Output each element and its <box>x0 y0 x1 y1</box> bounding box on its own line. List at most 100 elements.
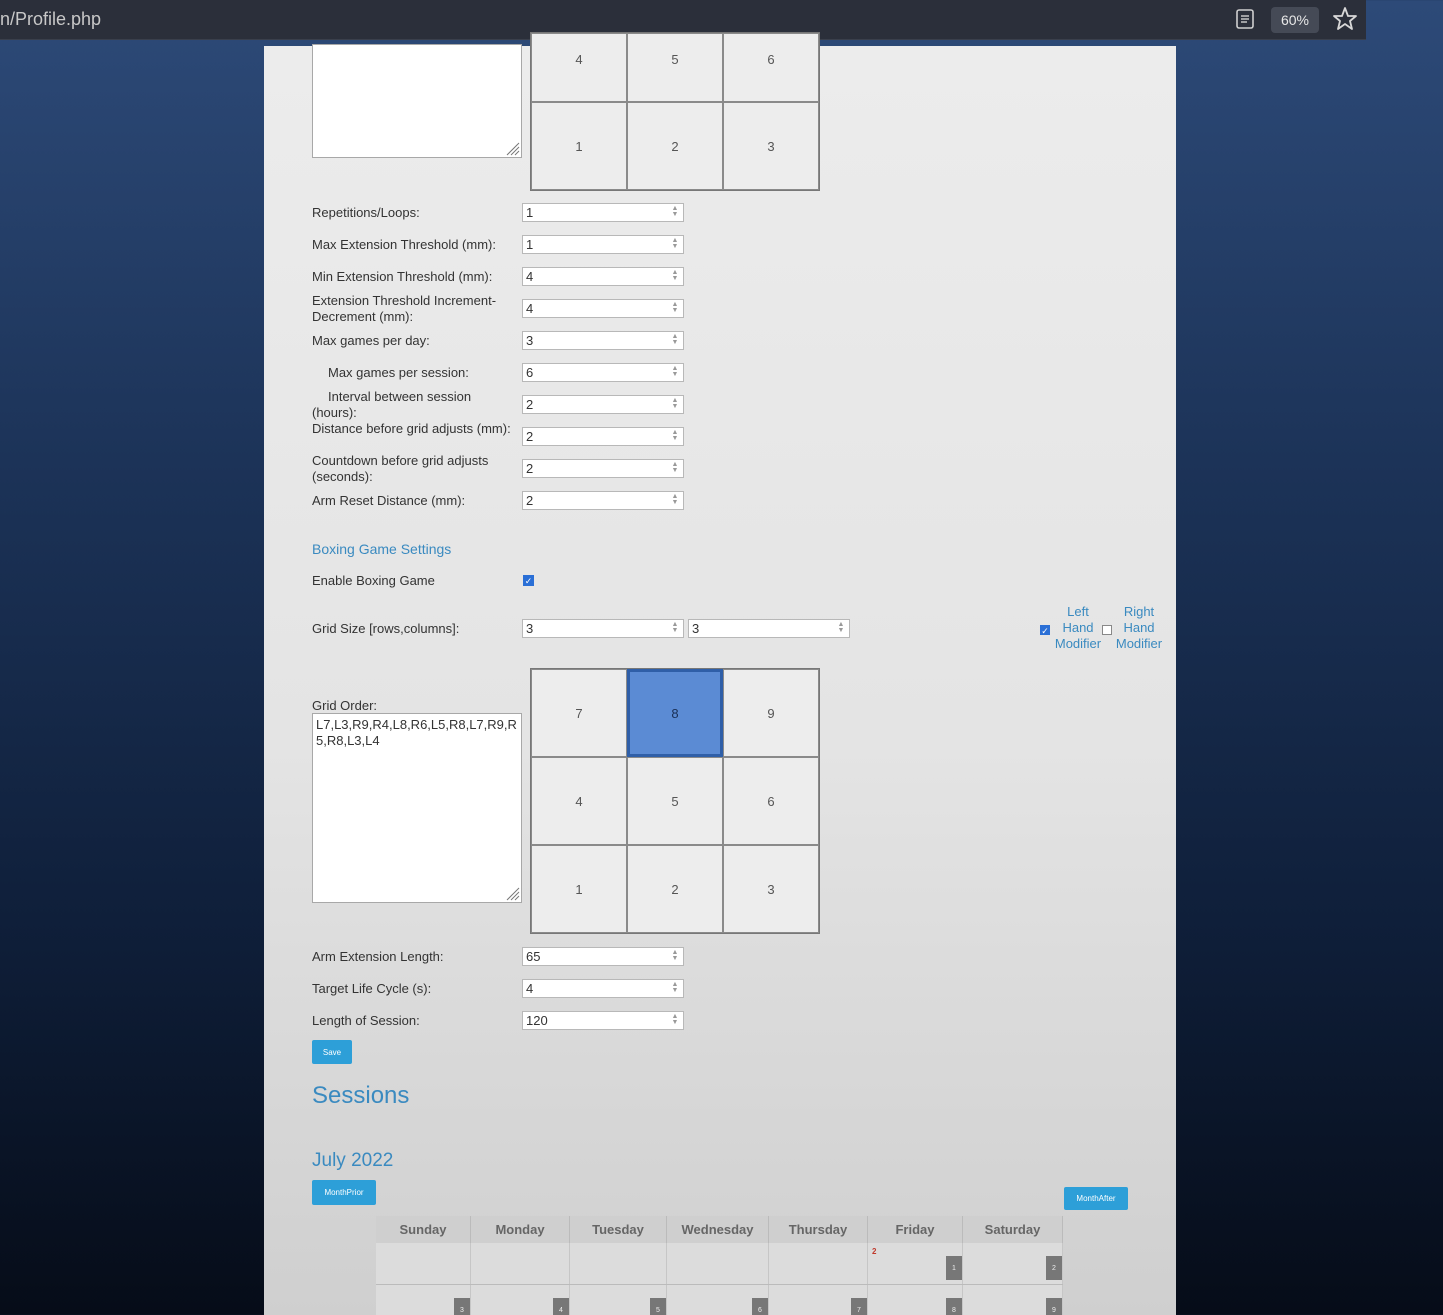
top-grid-cell[interactable]: 2 <box>627 102 723 190</box>
top-grid-cell[interactable]: 5 <box>627 33 723 102</box>
resize-handle-icon[interactable] <box>502 883 520 901</box>
spinner-icon[interactable]: ▲ ▼ <box>669 269 681 283</box>
calendar-day-6[interactable]: 6 <box>667 1285 769 1315</box>
day-header: Thursday <box>769 1216 868 1243</box>
grid-rows-input[interactable]: 3 ▲ ▼ <box>522 619 684 638</box>
save-button[interactable]: Save <box>312 1040 352 1064</box>
day-header: Sunday <box>376 1216 471 1243</box>
arm-reset-label: Arm Reset Distance (mm): <box>312 493 466 508</box>
extension-increment-input[interactable]: 4 ▲ ▼ <box>522 299 684 318</box>
right-hand-checkbox[interactable] <box>1102 625 1112 635</box>
boxing-grid-cell-9[interactable]: 9 <box>723 669 819 757</box>
day-header: Wednesday <box>667 1216 769 1243</box>
repetitions-label: Repetitions/Loops: <box>312 205 420 220</box>
spinner-icon[interactable]: ▲ ▼ <box>669 301 681 315</box>
grid-cols-input[interactable]: 3 ▲ ▼ <box>688 619 850 638</box>
boxing-grid-cell-7[interactable]: 7 <box>531 669 627 757</box>
interval-value: 2 <box>526 397 534 412</box>
min-extension-input[interactable]: 4 ▲ ▼ <box>522 267 684 286</box>
day-number-badge: 3 <box>454 1298 470 1315</box>
boxing-grid-cell-5[interactable]: 5 <box>627 757 723 845</box>
session-count-mark: 2 <box>872 1247 877 1256</box>
grid-cols-value: 3 <box>692 621 700 636</box>
boxing-grid: 7 8 9 4 5 6 1 2 3 <box>530 668 820 934</box>
boxing-grid-cell-3[interactable]: 3 <box>723 845 819 933</box>
repetitions-input[interactable]: 1 ▲ ▼ <box>522 203 684 222</box>
max-games-day-label: Max games per day: <box>312 333 430 348</box>
spinner-icon[interactable]: ▲ ▼ <box>669 493 681 507</box>
max-games-session-label: Max games per session: <box>328 365 469 380</box>
spinner-icon[interactable]: ▲ ▼ <box>669 949 681 963</box>
top-grid-order-textarea[interactable] <box>312 44 522 158</box>
boxing-section-title: Boxing Game Settings <box>312 541 452 557</box>
day-header: Saturday <box>963 1216 1063 1243</box>
countdown-label: Countdown before grid adjusts (seconds): <box>312 453 489 484</box>
grid-order-label: Grid Order: <box>312 698 378 713</box>
arm-extension-input[interactable]: 65 ▲ ▼ <box>522 947 684 966</box>
day-number-badge: 2 <box>1046 1256 1062 1280</box>
top-grid-cell[interactable]: 6 <box>723 33 819 102</box>
extension-increment-value: 4 <box>526 301 534 316</box>
spinner-icon[interactable]: ▲ ▼ <box>669 429 681 443</box>
boxing-grid-cell-4[interactable]: 4 <box>531 757 627 845</box>
spinner-icon[interactable]: ▲ ▼ <box>835 621 847 635</box>
day-number-badge: 9 <box>1046 1298 1062 1315</box>
boxing-grid-cell-8[interactable]: 8 <box>627 669 723 757</box>
session-length-input[interactable]: 120 ▲ ▼ <box>522 1011 684 1030</box>
calendar-day-3[interactable]: 3 <box>376 1285 471 1315</box>
grid-order-textarea[interactable]: L7,L3,R9,R4,L8,R6,L5,R8,L7,R9,R5,R8,L3,L… <box>312 713 522 903</box>
calendar-day-7[interactable]: 7 <box>769 1285 868 1315</box>
distance-grid-input[interactable]: 2 ▲ ▼ <box>522 427 684 446</box>
calendar-day-empty <box>570 1243 667 1284</box>
enable-boxing-checkbox[interactable]: ✓ <box>523 575 534 586</box>
distance-grid-value: 2 <box>526 429 534 444</box>
arm-reset-input[interactable]: 2 ▲ ▼ <box>522 491 684 510</box>
interval-input[interactable]: 2 ▲ ▼ <box>522 395 684 414</box>
max-games-session-input[interactable]: 6 ▲ ▼ <box>522 363 684 382</box>
calendar-day-9[interactable]: 9 <box>963 1285 1063 1315</box>
calendar-day-5[interactable]: 5 <box>570 1285 667 1315</box>
spinner-icon[interactable]: ▲ ▼ <box>669 237 681 251</box>
target-life-value: 4 <box>526 981 534 996</box>
spinner-icon[interactable]: ▲ ▼ <box>669 981 681 995</box>
boxing-grid-cell-2[interactable]: 2 <box>627 845 723 933</box>
grid-order-value: L7,L3,R9,R4,L8,R6,L5,R8,L7,R9,R5,R8,L3,L… <box>316 717 517 748</box>
reader-view-icon[interactable] <box>1234 8 1256 30</box>
boxing-grid-cell-6[interactable]: 6 <box>723 757 819 845</box>
calendar-day-1[interactable]: 2 1 <box>868 1243 963 1284</box>
calendar-day-4[interactable]: 4 <box>471 1285 570 1315</box>
sessions-title: Sessions <box>312 1082 410 1109</box>
spinner-icon[interactable]: ▲ ▼ <box>669 397 681 411</box>
spinner-icon[interactable]: ▲ ▼ <box>669 333 681 347</box>
month-prior-button[interactable]: MonthPrior <box>312 1180 376 1205</box>
countdown-input[interactable]: 2 ▲ ▼ <box>522 459 684 478</box>
extension-increment-label: Extension Threshold Increment-Decrement … <box>312 293 497 324</box>
top-grid-cell[interactable]: 1 <box>531 102 627 190</box>
target-life-input[interactable]: 4 ▲ ▼ <box>522 979 684 998</box>
spinner-icon[interactable]: ▲ ▼ <box>669 365 681 379</box>
zoom-level-badge[interactable]: 60% <box>1271 7 1319 33</box>
spinner-icon[interactable]: ▲ ▼ <box>669 461 681 475</box>
day-number-badge: 1 <box>946 1256 962 1280</box>
top-grid-cell[interactable]: 4 <box>531 33 627 102</box>
bookmark-star-icon[interactable] <box>1332 6 1358 32</box>
max-games-day-input[interactable]: 3 ▲ ▼ <box>522 331 684 350</box>
spinner-icon[interactable]: ▲ ▼ <box>669 1013 681 1027</box>
resize-handle-icon[interactable] <box>502 138 520 156</box>
calendar-day-2[interactable]: 2 <box>963 1243 1063 1284</box>
boxing-grid-cell-1[interactable]: 1 <box>531 845 627 933</box>
top-grid-cell[interactable]: 3 <box>723 102 819 190</box>
calendar-day-8[interactable]: 8 <box>868 1285 963 1315</box>
left-hand-checkbox[interactable]: ✓ <box>1040 625 1050 636</box>
arm-extension-value: 65 <box>526 949 541 964</box>
calendar-day-empty <box>376 1243 471 1284</box>
session-length-label: Length of Session: <box>312 1013 420 1028</box>
grid-size-label: Grid Size [rows,columns]: <box>312 621 460 636</box>
day-number-badge: 4 <box>553 1298 569 1315</box>
max-extension-input[interactable]: 1 ▲ ▼ <box>522 235 684 254</box>
calendar-week-2: 3 4 5 6 7 8 9 <box>376 1285 1063 1315</box>
month-after-button[interactable]: MonthAfter <box>1064 1187 1128 1210</box>
spinner-icon[interactable]: ▲ ▼ <box>669 621 681 635</box>
address-bar[interactable]: n/Profile.php <box>0 9 101 30</box>
spinner-icon[interactable]: ▲ ▼ <box>669 205 681 219</box>
